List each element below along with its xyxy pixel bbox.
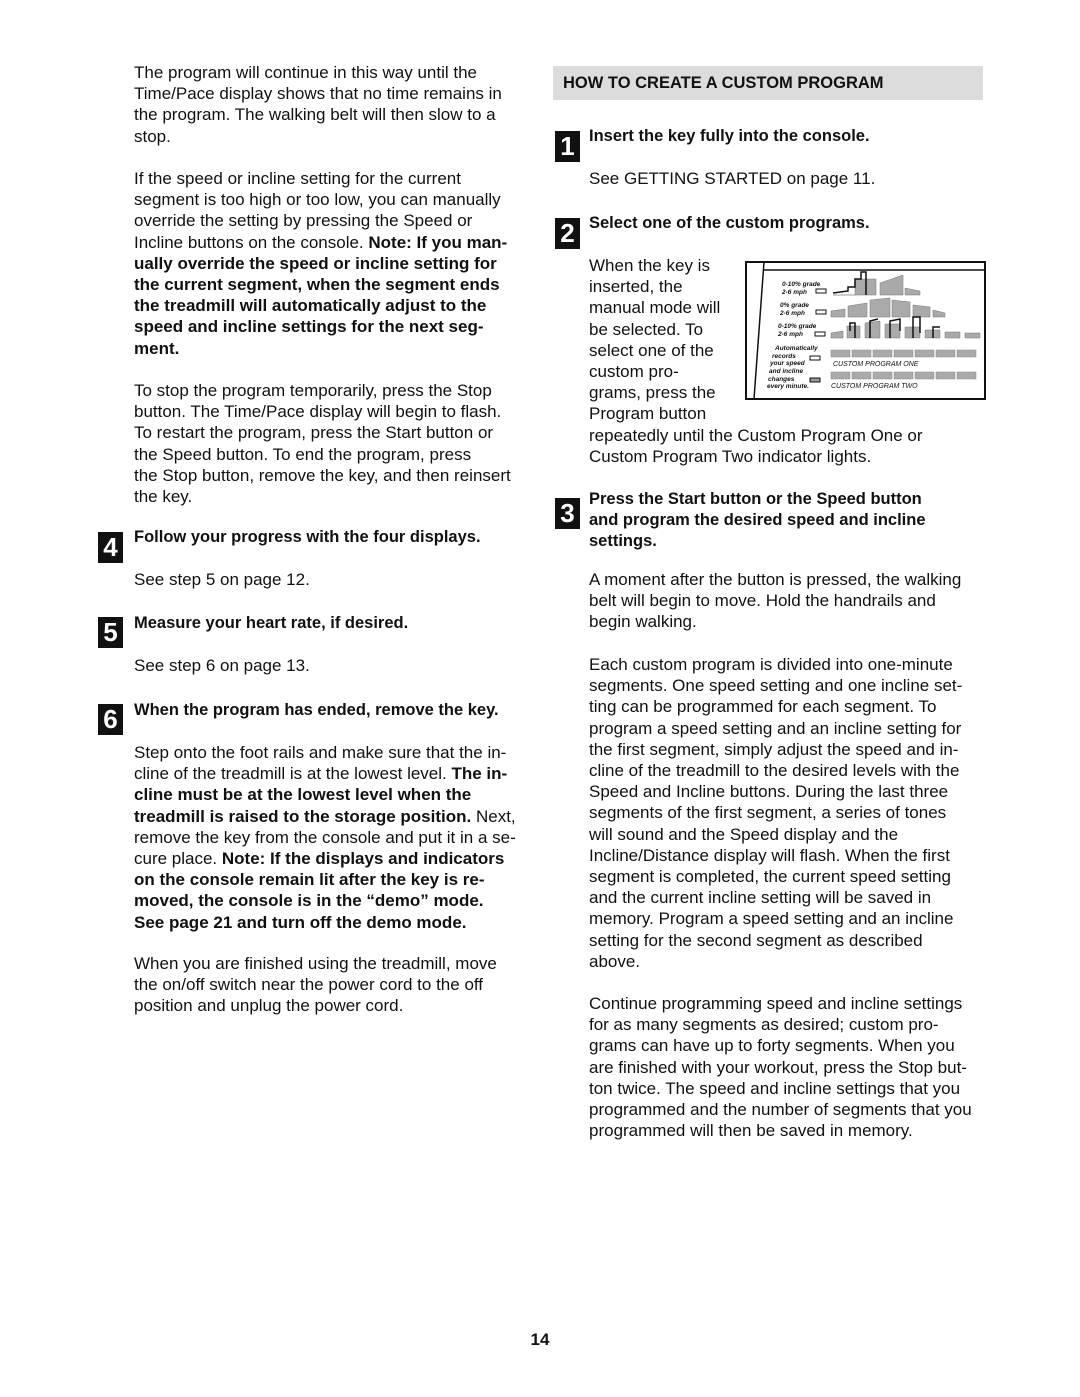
step-4-body: See step 5 on page 12. [134, 570, 310, 589]
text: Continue programming speed and incline s… [589, 994, 972, 1141]
step-1-body: See GETTING STARTED on page 11. [589, 169, 876, 188]
step-3-heading: Press the Start button or the Speed butt… [589, 489, 926, 553]
records-1: Automatically [774, 345, 818, 352]
paragraph-finished: When you are finished using the treadmil… [134, 953, 497, 1017]
step-number-1: 1 [555, 131, 580, 162]
text: Press the Start button or the Speed butt… [589, 490, 926, 551]
paragraph-segments: Each custom program is divided into one-… [589, 654, 962, 972]
step-4-heading: Follow your progress with the four displ… [134, 528, 481, 546]
step-number-6: 6 [98, 704, 123, 735]
row1-grade: 0-10% grade [782, 281, 821, 288]
text: When you are finished using the treadmil… [134, 954, 497, 1016]
text: The program will continue in this way un… [134, 63, 502, 146]
records-3: your speed [769, 360, 806, 367]
step-number-2: 2 [555, 218, 580, 249]
paragraph-repeatedly: repeatedly until the Custom Program One … [589, 425, 923, 467]
paragraph-moment-after: A moment after the button is pressed, th… [589, 569, 961, 633]
text: When the key is inserted, the manual mod… [589, 256, 721, 424]
paragraph-manual-override: If the speed or incline setting for the … [134, 168, 507, 359]
custom-program-two-label: CUSTOM PROGRAM TWO [831, 383, 918, 390]
section-header: HOW TO CREATE A CUSTOM PROGRAM [553, 66, 983, 100]
records-4: and incline [769, 368, 803, 375]
paragraph-remove-key: Step onto the foot rails and make sure t… [134, 742, 516, 933]
records-6: every minute. [767, 383, 809, 390]
step-5-heading: Measure your heart rate, if desired. [134, 614, 409, 632]
paragraph-program-continue: The program will continue in this way un… [134, 62, 502, 147]
page-number: 14 [530, 1330, 550, 1349]
text: Each custom program is divided into one-… [589, 655, 963, 971]
custom-program-one-label: CUSTOM PROGRAM ONE [833, 361, 919, 368]
step-number-4: 4 [98, 532, 123, 563]
paragraph-key-inserted: When the key is inserted, the manual mod… [589, 255, 720, 425]
section-title: HOW TO CREATE A CUSTOM PROGRAM [563, 74, 884, 92]
step-2-heading: Select one of the custom programs. [589, 214, 870, 232]
row1-speed: 2-6 mph [781, 289, 807, 296]
records-5: changes [768, 376, 795, 383]
text: repeatedly until the Custom Program One … [589, 426, 923, 467]
step-number-5: 5 [98, 617, 123, 648]
row3-speed: 2-6 mph [777, 331, 803, 338]
step-1-heading: Insert the key fully into the console. [589, 127, 870, 145]
paragraph-stop-program: To stop the program temporarily, press t… [134, 380, 511, 507]
row3-grade: 0-10% grade [778, 323, 817, 330]
text: To stop the program temporarily, press t… [134, 381, 511, 507]
row2-grade: 0% grade [780, 302, 809, 309]
paragraph-continue-programming: Continue programming speed and incline s… [589, 993, 972, 1141]
records-2: records [772, 353, 796, 360]
step-6-heading: When the program has ended, remove the k… [134, 701, 499, 719]
step-number-3: 3 [555, 498, 580, 529]
text: A moment after the button is pressed, th… [589, 570, 962, 632]
row2-speed: 2-6 mph [779, 310, 805, 317]
console-program-diagram: 0-10% grade 2-6 mph 0% grade 2-6 mph 0-1… [745, 261, 986, 400]
step-5-body: See step 6 on page 13. [134, 656, 310, 675]
